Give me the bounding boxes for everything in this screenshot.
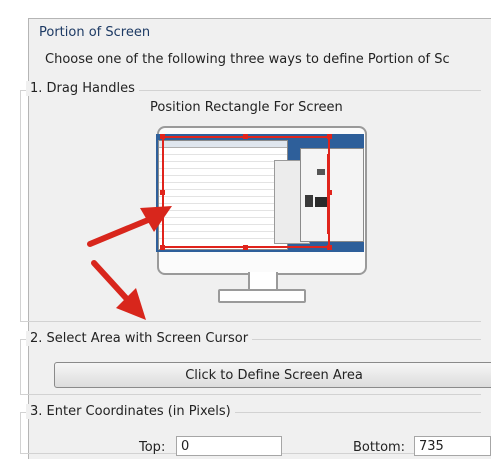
arrow-icon: [87, 206, 172, 247]
bottom-label: Bottom:: [353, 440, 406, 455]
top-label: Top:: [139, 440, 166, 455]
bottom-input[interactable]: [414, 436, 491, 456]
define-screen-area-button[interactable]: Click to Define Screen Area: [54, 362, 491, 388]
arrow-icon: [91, 260, 146, 320]
screen-cursor-legend: 2. Select Area with Screen Cursor: [26, 331, 253, 346]
coordinates-legend: 3. Enter Coordinates (in Pixels): [26, 404, 235, 419]
top-input[interactable]: [176, 436, 282, 456]
